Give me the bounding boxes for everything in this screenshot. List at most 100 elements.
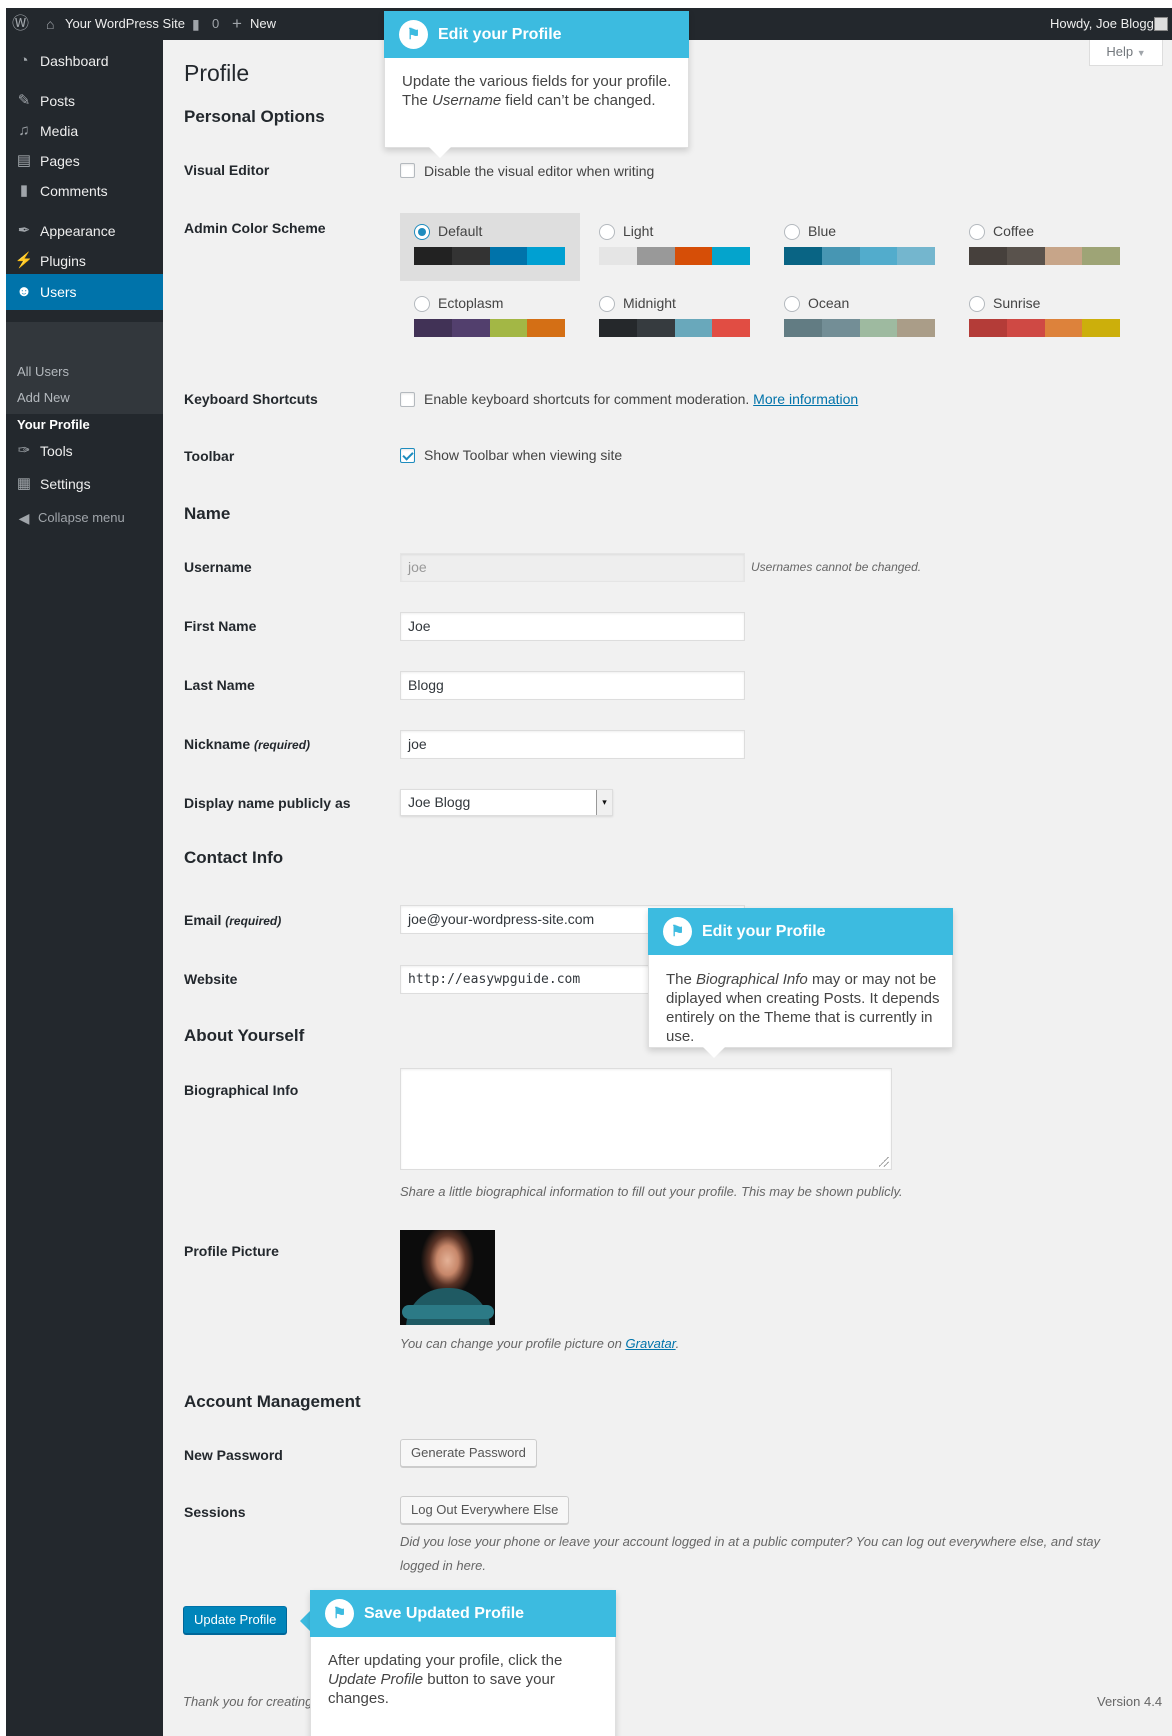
menu-label: Tools <box>40 443 73 459</box>
pointer-body-text: The <box>666 971 692 988</box>
footer-version: Version 4.4 <box>1097 1694 1163 1709</box>
pointer-header: ⚑ Edit your Profile <box>648 908 953 955</box>
color-scheme-radio[interactable] <box>969 224 985 240</box>
update-profile-button[interactable]: Update Profile <box>183 1606 288 1634</box>
menu-item-comments[interactable]: ▮ Comments <box>6 175 163 207</box>
menu-item-media[interactable]: ♫ Media <box>6 115 163 147</box>
color-scheme-radio[interactable] <box>969 296 985 312</box>
pointer-body-text: After updating your profile, click the <box>328 1652 563 1669</box>
color-scheme-ocean[interactable]: Ocean <box>770 285 950 353</box>
comment-icon: ▮ <box>19 182 29 199</box>
comment-bubble-icon[interactable]: ▮ <box>192 8 200 40</box>
pointer-arrow <box>300 1611 310 1631</box>
color-scheme-radio[interactable] <box>599 224 615 240</box>
pointer-body: After updating your profile, click the U… <box>328 1651 603 1708</box>
color-scheme-radio[interactable] <box>414 224 430 240</box>
color-swatch <box>897 247 935 265</box>
color-scheme-default[interactable]: Default <box>400 213 580 281</box>
color-scheme-name: Blue <box>808 223 837 239</box>
color-scheme-sunrise[interactable]: Sunrise <box>955 285 1135 353</box>
color-scheme-radio[interactable] <box>599 296 615 312</box>
menu-label: Collapse menu <box>38 510 125 525</box>
color-swatch <box>1006 247 1045 265</box>
menu-item-pages[interactable]: ▤ Pages <box>6 145 163 177</box>
user-avatar-small[interactable] <box>1154 17 1168 31</box>
color-scheme-light[interactable]: Light <box>585 213 765 281</box>
nickname-input[interactable]: joe <box>400 730 745 759</box>
color-scheme-midnight[interactable]: Midnight <box>585 285 765 353</box>
label-username: Username <box>184 559 252 575</box>
display-name-select[interactable]: Joe Blogg ▾ <box>400 789 613 816</box>
color-scheme-swatches <box>599 247 750 265</box>
pointer-body-emphasis: Biographical Info <box>696 971 808 988</box>
submenu-your-profile[interactable]: Your Profile <box>17 413 90 437</box>
howdy-user-link[interactable]: Howdy, Joe Blogg <box>1050 8 1154 40</box>
menu-item-appearance[interactable]: ✒ Appearance <box>6 215 163 247</box>
site-name-link[interactable]: Your WordPress Site <box>65 8 185 40</box>
color-scheme-radio[interactable] <box>784 224 800 240</box>
last-name-input[interactable]: Blogg <box>400 671 745 700</box>
color-scheme-ectoplasm[interactable]: Ectoplasm <box>400 285 580 353</box>
avatar-description: You can change your profile picture on G… <box>400 1336 680 1351</box>
display-name-value: Joe Blogg <box>408 794 471 810</box>
color-swatch <box>451 319 490 337</box>
username-note: Usernames cannot be changed. <box>751 560 922 574</box>
label-first-name: First Name <box>184 618 257 634</box>
help-tab-button[interactable]: Help ▼ <box>1089 40 1163 66</box>
color-scheme-blue[interactable]: Blue <box>770 213 950 281</box>
color-scheme-radio[interactable] <box>784 296 800 312</box>
menu-item-plugins[interactable]: ⚡ Plugins <box>6 245 163 277</box>
color-swatch <box>1082 247 1120 265</box>
home-icon: ⌂ <box>46 16 55 32</box>
color-scheme-swatches <box>784 319 935 337</box>
color-swatch <box>712 247 750 265</box>
required-marker: (required) <box>254 738 311 752</box>
color-swatch <box>859 319 898 337</box>
settings-icon: ▦ <box>16 475 32 492</box>
comments-count[interactable]: 0 <box>212 8 219 40</box>
logout-everywhere-button[interactable]: Log Out Everywhere Else <box>400 1496 570 1524</box>
pointer-arrow <box>429 147 451 158</box>
color-scheme-swatches <box>414 247 565 265</box>
brush-icon: ✒ <box>17 222 31 239</box>
menu-item-users[interactable]: ☻ Users <box>6 274 163 310</box>
menu-item-dashboard[interactable]: ◔ Dashboard <box>6 45 163 77</box>
wordpress-logo-icon[interactable]: Ⓦ <box>12 8 29 40</box>
keyboard-shortcuts-checkbox[interactable] <box>400 392 415 407</box>
dashboard-icon: ◔ <box>19 52 29 69</box>
color-scheme-radio[interactable] <box>414 296 430 312</box>
pointer-body-text: field can’t be changed. <box>505 92 656 109</box>
color-scheme-swatches <box>969 319 1120 337</box>
color-swatch <box>1006 319 1045 337</box>
section-about-yourself: About Yourself <box>184 1026 305 1045</box>
submenu-add-new[interactable]: Add New <box>17 386 70 410</box>
color-swatch <box>859 247 898 265</box>
gravatar-link[interactable]: Gravatar <box>626 1336 676 1351</box>
pointer-title: Edit your Profile <box>438 26 562 43</box>
color-swatch <box>527 247 565 265</box>
footer-thanks: Thank you for creating <box>183 1694 313 1709</box>
collapse-menu-button[interactable]: ◀ Collapse menu <box>6 502 163 534</box>
generate-password-button[interactable]: Generate Password <box>400 1439 537 1467</box>
username-input[interactable]: joe <box>400 553 745 582</box>
color-scheme-coffee[interactable]: Coffee <box>955 213 1135 281</box>
color-swatch <box>527 319 565 337</box>
menu-item-settings[interactable]: ▦ Settings <box>6 468 163 500</box>
pointer-body-emphasis: Username <box>432 92 502 109</box>
biographical-info-textarea[interactable] <box>400 1068 892 1170</box>
first-name-input[interactable]: Joe <box>400 612 745 641</box>
avatar-desc-text: You can change your profile picture on <box>400 1336 622 1351</box>
visual-editor-checkbox[interactable] <box>400 163 415 178</box>
submenu-all-users[interactable]: All Users <box>17 360 69 384</box>
label-biographical-info: Biographical Info <box>184 1082 299 1098</box>
menu-item-tools[interactable]: ✑ Tools <box>6 435 163 467</box>
menu-item-posts[interactable]: ✎ Posts <box>6 85 163 117</box>
label-nickname: Nickname (required) <box>184 736 310 752</box>
new-content-link[interactable]: New <box>250 8 276 40</box>
resize-grip-icon[interactable] <box>879 1157 889 1167</box>
plugin-icon: ⚡ <box>14 252 34 269</box>
toolbar-checkbox[interactable] <box>400 448 415 463</box>
color-swatch <box>969 247 1007 265</box>
more-information-link[interactable]: More information <box>753 391 858 407</box>
menu-label: Comments <box>40 183 108 199</box>
